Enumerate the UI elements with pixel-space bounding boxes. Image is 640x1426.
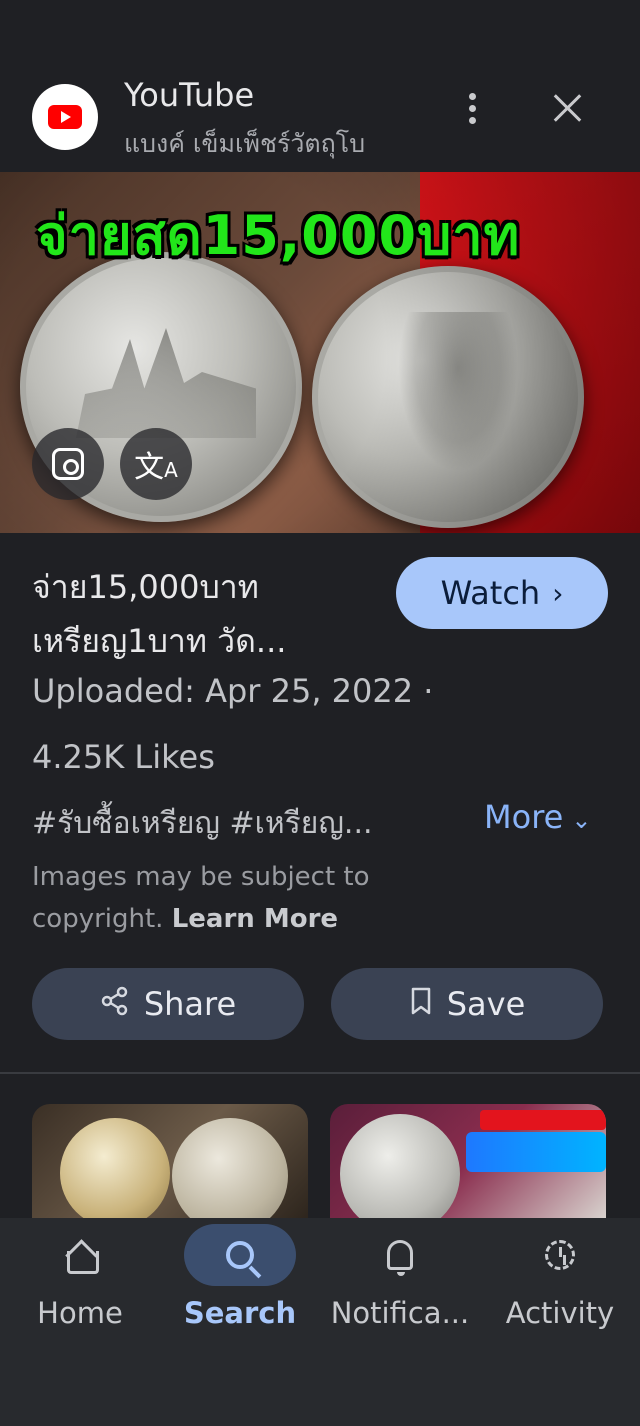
- nav-notifications-label: Notifica...: [330, 1296, 470, 1330]
- share-icon: [100, 986, 130, 1023]
- home-icon: [65, 1241, 99, 1274]
- share-button[interactable]: Share: [32, 968, 304, 1040]
- visual-search-result-page: YouTube แบงค์ เข็มเพ็ชร์วัตถุโบ จ่ายสด15…: [0, 0, 640, 1426]
- copyright-notice: Images may be subject to copyright. Lear…: [32, 856, 412, 940]
- thumbnail-caption: จ่ายสด15,000บาท: [36, 204, 521, 267]
- youtube-logo-icon: [32, 84, 98, 150]
- status-bar: [0, 0, 640, 60]
- nav-home-label: Home: [37, 1296, 123, 1330]
- learn-more-link[interactable]: Learn More: [172, 904, 338, 934]
- save-button[interactable]: Save: [331, 968, 603, 1040]
- chevron-right-icon: ›: [552, 576, 564, 610]
- bell-icon: [387, 1240, 413, 1276]
- lens-search-icon[interactable]: [32, 428, 104, 500]
- channel-name: แบงค์ เข็มเพ็ชร์วัตถุโบ: [124, 129, 366, 158]
- bottom-navigation: Home Search Notifica... Activity: [0, 1218, 640, 1426]
- result-title-line1: จ่าย15,000บาท: [32, 568, 259, 606]
- source-title: YouTube: [124, 76, 255, 114]
- result-title-line2: เหรียญ1บาท วัด...: [32, 622, 287, 660]
- translate-icon[interactable]: 文A: [120, 428, 192, 500]
- nav-activity-label: Activity: [505, 1296, 615, 1330]
- hashtags: #รับซื้อเหรียญ #เหรียญ...: [32, 806, 373, 841]
- activity-icon: [545, 1240, 575, 1270]
- nav-notifications[interactable]: Notifica...: [320, 1218, 480, 1358]
- more-options-icon[interactable]: [456, 88, 488, 128]
- close-icon[interactable]: [546, 88, 590, 132]
- search-icon: [226, 1241, 254, 1269]
- likes-count: 4.25K Likes: [32, 738, 215, 776]
- more-button[interactable]: More ⌄: [484, 798, 591, 836]
- divider: [0, 1072, 640, 1074]
- share-label: Share: [143, 985, 237, 1023]
- related-result-thumbnail[interactable]: [32, 1104, 308, 1222]
- watch-label: Watch: [440, 574, 541, 612]
- nav-activity[interactable]: Activity: [480, 1218, 640, 1358]
- save-label: Save: [446, 985, 526, 1023]
- chevron-down-icon: ⌄: [571, 806, 592, 834]
- nav-search-label: Search: [183, 1296, 297, 1330]
- more-label: More: [484, 798, 564, 836]
- related-result-thumbnail[interactable]: [330, 1104, 606, 1222]
- nav-search[interactable]: Search: [160, 1218, 320, 1358]
- watch-button[interactable]: Watch ›: [396, 557, 608, 629]
- nav-home[interactable]: Home: [0, 1218, 160, 1358]
- bookmark-icon: [409, 986, 433, 1023]
- upload-date: Uploaded: Apr 25, 2022 ·: [32, 672, 434, 710]
- result-header: YouTube แบงค์ เข็มเพ็ชร์วัตถุโบ: [0, 60, 640, 172]
- result-title[interactable]: จ่าย15,000บาท เหรียญ1บาท วัด...: [32, 560, 382, 668]
